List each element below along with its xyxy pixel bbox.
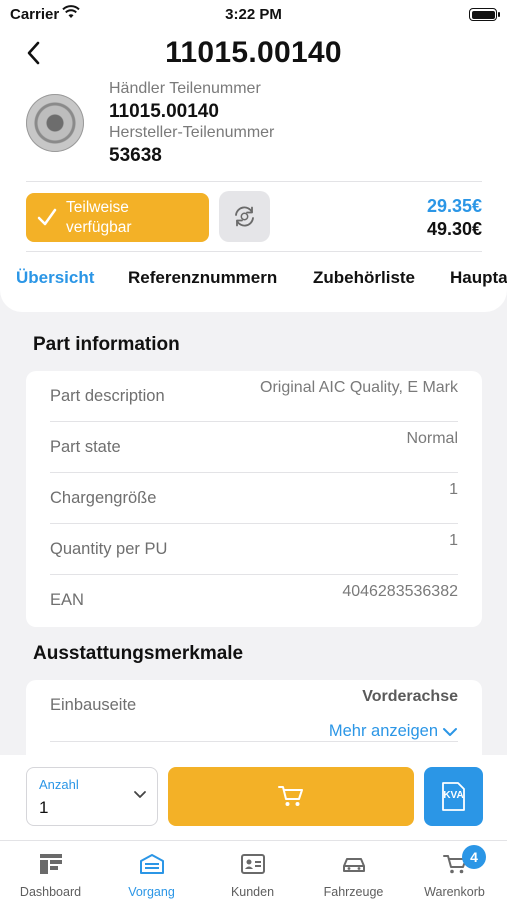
info-value: 1 <box>449 481 458 498</box>
info-label: Quantity per PU <box>50 540 168 558</box>
refresh-icon <box>235 206 254 227</box>
tab-label: Vorgang <box>128 885 175 899</box>
price-net: 29.35€ <box>426 196 482 216</box>
cart-icon <box>278 786 303 806</box>
tab-label: Fahrzeuge <box>323 885 384 899</box>
cost-estimate-button[interactable]: KVA <box>424 767 483 826</box>
features-title: Ausstattungsmerkmale <box>33 643 244 664</box>
battery-icon <box>469 8 500 21</box>
refresh-availability-button[interactable] <box>219 191 270 242</box>
chevron-down-icon <box>134 791 146 798</box>
part-information-card: Part description Original AIC Quality, E… <box>26 371 482 627</box>
manufacturer-part-label: Hersteller-Teilenummer <box>109 124 275 141</box>
tab-label: Dashboard <box>19 885 82 899</box>
info-row: EAN 4046283536382 <box>50 575 458 626</box>
manufacturer-part-value: 53638 <box>109 145 162 166</box>
tab-vorgang[interactable]: Vorgang <box>101 841 202 900</box>
info-value: 1 <box>449 532 458 549</box>
brake-disc-image <box>26 94 84 152</box>
info-row: Part description Original AIC Quality, E… <box>50 371 458 422</box>
action-bar: Anzahl 1 KVA <box>0 755 507 840</box>
tab-dashboard[interactable]: Dashboard <box>0 841 101 900</box>
part-header: 11015.00140 Händler Teilenummer 11015.00… <box>0 30 507 312</box>
tab-accessory-list[interactable]: Zubehörliste <box>313 268 415 288</box>
garage-icon <box>140 854 164 874</box>
divider <box>26 181 482 182</box>
quantity-select[interactable]: Anzahl 1 <box>26 767 158 826</box>
dashboard-icon <box>40 854 62 874</box>
availability-badge: Teilweise verfügbar <box>26 193 209 242</box>
tab-reference-numbers[interactable]: Referenznummern <box>128 268 277 288</box>
chevron-down-icon <box>443 727 457 736</box>
id-card-icon <box>241 854 265 874</box>
checkmark-icon <box>37 208 57 226</box>
info-row: Chargengröße 1 <box>50 473 458 524</box>
tab-fahrzeuge[interactable]: Fahrzeuge <box>303 841 404 900</box>
dealer-part-value: 11015.00140 <box>109 101 219 122</box>
availability-line2: verfügbar <box>66 219 132 236</box>
part-information-title: Part information <box>33 334 180 355</box>
tab-label: Kunden <box>230 885 275 899</box>
clock: 3:22 PM <box>225 6 282 23</box>
quantity-value: 1 <box>39 798 49 817</box>
dealer-part-label: Händler Teilenummer <box>109 80 261 97</box>
info-label: Part description <box>50 387 165 405</box>
info-row: Part state Normal <box>50 422 458 473</box>
tab-main[interactable]: Hauptа <box>450 268 507 288</box>
availability-line1: Teilweise <box>66 199 129 216</box>
quantity-label: Anzahl <box>39 777 79 792</box>
info-value: Normal <box>406 430 458 447</box>
tab-kunden[interactable]: Kunden <box>202 841 303 900</box>
kva-label: KVA <box>443 790 464 801</box>
info-label: Chargengröße <box>50 489 157 507</box>
feature-value: Vorderachse <box>362 688 458 705</box>
car-icon <box>343 858 365 872</box>
show-more-link[interactable]: Mehr anzeigen <box>329 722 458 741</box>
bottom-tab-bar: Dashboard Vorgang Kunden Fahrzeuge 4 War… <box>0 840 507 900</box>
feature-label: Einbauseite <box>50 696 137 714</box>
price-gross: 49.30€ <box>426 219 482 239</box>
tab-warenkorb[interactable]: 4 Warenkorb <box>404 841 505 900</box>
tab-label: Warenkorb <box>424 885 485 899</box>
cart-count-badge: 4 <box>462 845 486 869</box>
info-label: EAN <box>50 591 84 609</box>
info-value: Original AIC Quality, E Mark <box>260 379 458 396</box>
page-title: 11015.00140 <box>165 36 342 69</box>
info-label: Part state <box>50 438 121 456</box>
add-to-cart-button[interactable] <box>168 767 414 826</box>
divider <box>26 251 482 252</box>
detail-tabs: Übersicht Referenznummern Zubehörliste H… <box>0 268 507 298</box>
info-value: 4046283536382 <box>342 583 458 600</box>
show-more-label: Mehr anzeigen <box>328 722 438 740</box>
info-row: Quantity per PU 1 <box>50 524 458 575</box>
status-bar: Carrier 3:22 PM <box>0 0 507 30</box>
tab-overview[interactable]: Übersicht <box>16 268 94 288</box>
